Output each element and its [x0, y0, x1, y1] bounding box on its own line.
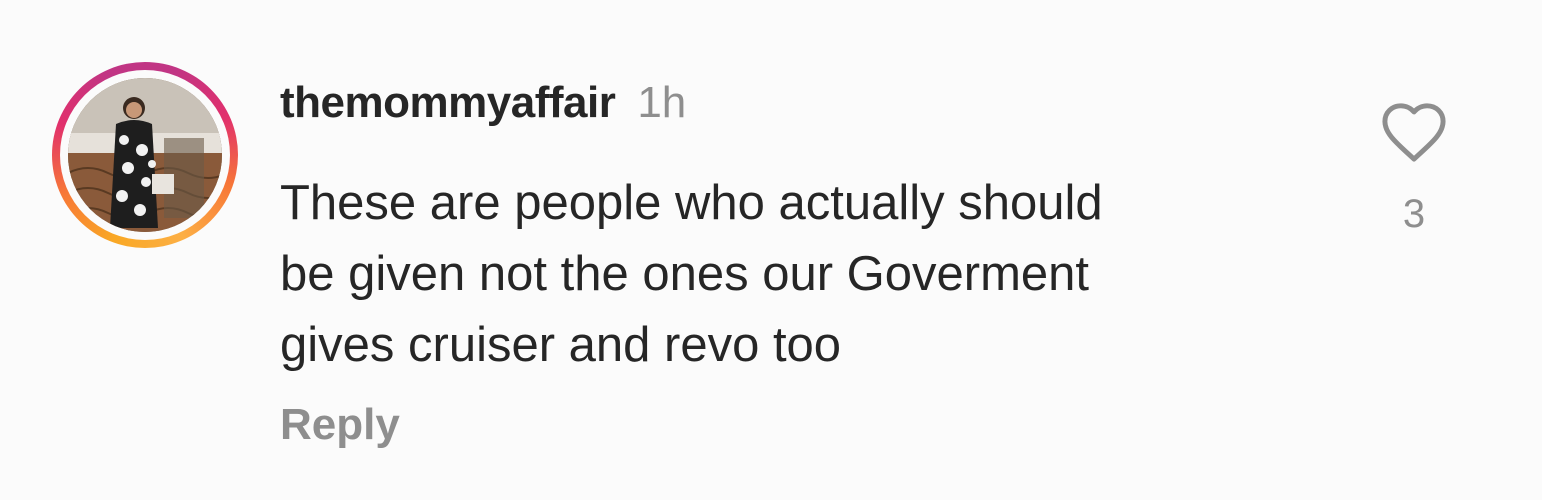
- comment-item: themommyaffair 1h These are people who ac…: [0, 0, 1542, 500]
- username-link[interactable]: themommyaffair: [280, 78, 616, 127]
- comment-text-line: These are people who actually should: [280, 176, 1103, 230]
- comment-text-line: gives cruiser and revo too: [280, 318, 842, 372]
- like-count: 3: [1402, 192, 1426, 236]
- reply-button[interactable]: Reply: [280, 400, 400, 450]
- like-column: 3: [1370, 100, 1458, 237]
- comment-body: themommyaffair 1h These are people who ac…: [280, 78, 1340, 381]
- heart-outline-icon[interactable]: [1378, 100, 1450, 164]
- comment-text: These are people who actually should be …: [280, 168, 1320, 381]
- comment-meta: themommyaffair 1h: [280, 78, 1340, 128]
- avatar[interactable]: [68, 78, 222, 232]
- comment-text-line: be given not the ones our Goverment: [280, 247, 1090, 301]
- timestamp: 1h: [637, 78, 687, 127]
- avatar-story-ring[interactable]: [52, 62, 238, 248]
- avatar-photo: [68, 78, 222, 232]
